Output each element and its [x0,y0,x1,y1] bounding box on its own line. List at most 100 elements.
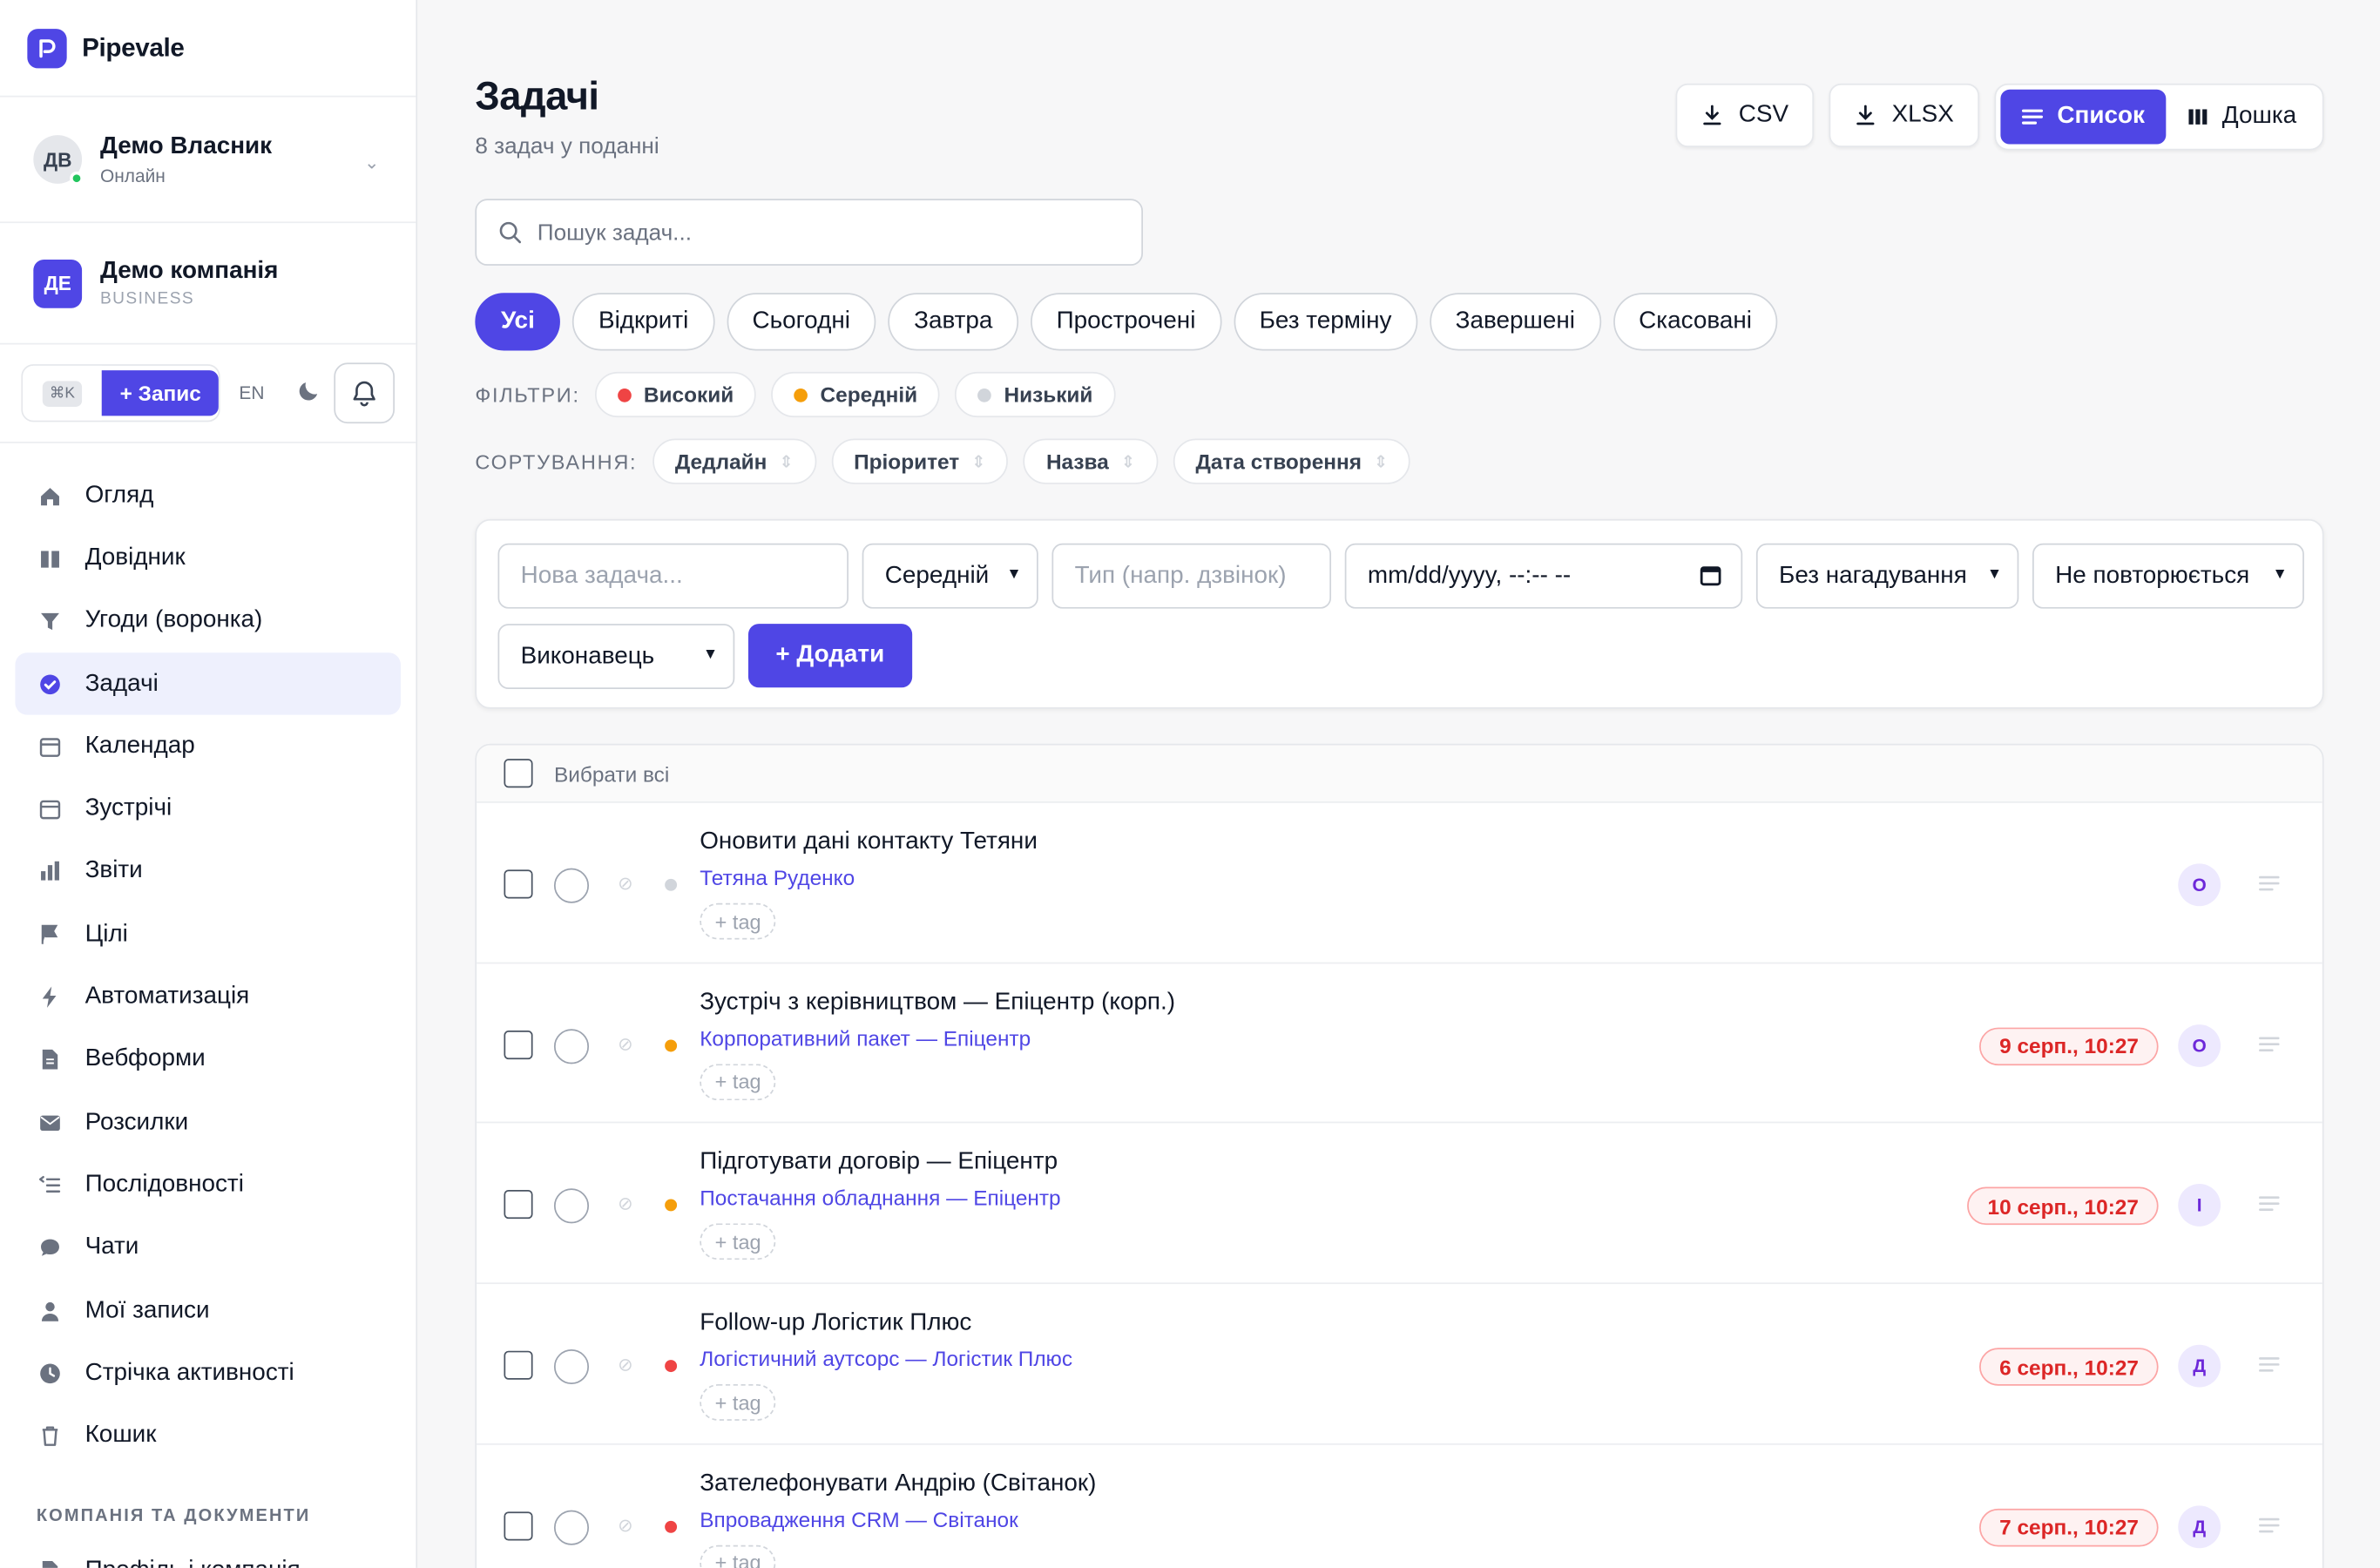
board-view-button[interactable]: Дошка [2166,90,2317,145]
sidebar-item-1[interactable]: Огляд [15,464,401,527]
brand[interactable]: Pipevale [0,0,416,98]
sidebar-item-4[interactable]: Задачі [15,652,401,715]
notes-icon[interactable] [2259,1193,2280,1220]
export-csv-button[interactable]: CSV [1676,83,1815,148]
user-switcher[interactable]: ДВ Демо Власник Онлайн ⌄ [0,98,416,224]
add-tag-button[interactable]: + tag [700,1544,777,1568]
sidebar-item-7[interactable]: Звіти [15,841,401,903]
tab-7[interactable]: Завершені [1430,293,1601,351]
add-tag-button[interactable]: + tag [700,1223,777,1260]
new-task-title-input[interactable]: Нова задача... [497,543,849,609]
assignee-select[interactable]: Виконавець ▼ [497,624,735,690]
task-title[interactable]: Зателефонувати Андрію (Світанок) [700,1470,1096,1497]
task-row[interactable]: ⊘ Зустріч з керівництвом — Епіцентр (корп… [477,963,2323,1124]
task-related-link[interactable]: Тетяна Руденко [700,865,855,889]
export-xlsx-button[interactable]: XLSX [1829,83,1980,148]
priority-select[interactable]: Середній ▼ [862,543,1038,609]
add-tag-button[interactable]: + tag [700,1063,777,1100]
task-related-link[interactable]: Логістичний аутсорс — Логістик Плюс [700,1347,1072,1371]
sidebar-item-16[interactable]: Кошик [15,1404,401,1467]
tab-8[interactable]: Скасовані [1613,293,1778,351]
add-task-button[interactable]: + Додати [747,624,912,688]
select-all-checkbox[interactable] [504,759,533,788]
sort-chip[interactable]: Назва ⇕ [1023,438,1158,484]
repeat-select[interactable]: Не повторюється ▼ [2032,543,2304,609]
task-checkbox[interactable] [504,1190,533,1220]
task-row[interactable]: ⊘ Зателефонувати Андрію (Світанок) Впровад… [477,1444,2323,1568]
search-input[interactable] [537,219,1114,246]
sidebar-item-5[interactable]: Календар [15,715,401,778]
tab-3[interactable]: Сьогодні [726,293,876,351]
new-record-button[interactable]: + Запис [101,370,220,416]
cancel-task-icon[interactable]: ⊘ [618,1354,633,1375]
complete-task-toggle[interactable] [553,1510,590,1545]
task-related-link[interactable]: Впровадження CRM — Світанок [700,1507,1018,1531]
sort-chip[interactable]: Пріоритет ⇕ [830,438,1009,484]
tab-2[interactable]: Відкриті [572,293,714,351]
sidebar-item-13[interactable]: Чати [15,1217,401,1280]
company-switcher[interactable]: ДЕ Демо компанія BUSINESS [0,223,416,345]
sidebar-item-3[interactable]: Угоди (воронка) [15,590,401,652]
sort-chip[interactable]: Дедлайн ⇕ [652,438,816,484]
assignee-avatar[interactable]: Д [2178,1344,2221,1388]
tab-5[interactable]: Прострочені [1030,293,1222,351]
list-view-button[interactable]: Список [2000,89,2167,145]
priority-filter-chip[interactable]: Низький [955,371,1116,418]
cancel-task-icon[interactable]: ⊘ [618,873,633,894]
sidebar-item-10[interactable]: Вебформи [15,1029,401,1092]
notes-icon[interactable] [2259,1514,2280,1541]
reminder-select[interactable]: Без нагадування ▼ [1755,543,2019,609]
sidebar-item-2[interactable]: Довідник [15,527,401,590]
sidebar-item-6[interactable]: Зустрічі [15,778,401,841]
task-checkbox[interactable] [504,1350,533,1380]
tab-1[interactable]: Усі [475,293,561,351]
tab-4[interactable]: Завтра [888,293,1019,351]
task-related-link[interactable]: Корпоративний пакет — Епіцентр [700,1025,1031,1050]
sidebar-item-15[interactable]: Стрічка активності [15,1342,401,1405]
moon-icon[interactable] [298,377,322,409]
complete-task-toggle[interactable] [553,1028,590,1064]
task-related-link[interactable]: Постачання обладнання — Епіцентр [700,1186,1060,1210]
command-palette-button[interactable]: ⌘K [23,365,102,421]
sidebar-item-8[interactable]: Цілі [15,903,401,966]
complete-task-toggle[interactable] [553,1349,590,1385]
search-field[interactable] [475,199,1143,266]
assignee-avatar[interactable]: І [2178,1184,2221,1227]
sidebar-item-profile[interactable]: Профіль і компанія [15,1540,401,1568]
task-row[interactable]: ⊘ Follow-up Логістик Плюс Логістичний аутс… [477,1284,2323,1445]
task-type-input[interactable]: Тип (напр. дзвінок) [1051,543,1332,609]
sidebar-item-12[interactable]: Послідовності [15,1154,401,1217]
complete-task-toggle[interactable] [553,1188,590,1224]
add-tag-button[interactable]: + tag [700,1384,777,1421]
task-title[interactable]: Підготувати договір — Епіцентр [700,1150,1058,1177]
task-row[interactable]: ⊘ Оновити дані контакту Тетяни Тетяна Руде… [477,803,2323,963]
cancel-task-icon[interactable]: ⊘ [618,1514,633,1535]
sidebar-item-11[interactable]: Розсилки [15,1092,401,1154]
notes-icon[interactable] [2259,873,2280,900]
priority-filter-chip[interactable]: Високий [595,371,757,418]
assignee-avatar[interactable]: О [2178,1024,2221,1067]
task-row[interactable]: ⊘ Підготувати договір — Епіцентр Постачанн… [477,1124,2323,1285]
task-checkbox[interactable] [504,1030,533,1059]
task-checkbox[interactable] [504,869,533,899]
task-checkbox[interactable] [504,1511,533,1541]
assignee-avatar[interactable]: Д [2178,1504,2221,1548]
assignee-avatar[interactable]: О [2178,863,2221,907]
priority-filter-chip[interactable]: Середній [771,371,941,418]
due-datetime-input[interactable]: mm/dd/yyyy, --:-- -- [1344,543,1743,609]
complete-task-toggle[interactable] [553,868,590,903]
task-title[interactable]: Оновити дані контакту Тетяни [700,828,1038,855]
cancel-task-icon[interactable]: ⊘ [618,1033,633,1054]
task-title[interactable]: Follow-up Логістик Плюс [700,1310,971,1337]
sort-chip[interactable]: Дата створення ⇕ [1173,438,1411,484]
cancel-task-icon[interactable]: ⊘ [618,1193,633,1214]
tab-6[interactable]: Без терміну [1233,293,1418,351]
notifications-button[interactable] [334,362,396,424]
sidebar-item-9[interactable]: Автоматизація [15,966,401,1029]
add-tag-button[interactable]: + tag [700,902,777,940]
sidebar-item-14[interactable]: Мої записи [15,1280,401,1342]
notes-icon[interactable] [2259,1354,2280,1381]
task-title[interactable]: Зустріч з керівництвом — Епіцентр (корп.… [700,989,1175,1016]
language-toggle[interactable]: EN [239,382,264,403]
notes-icon[interactable] [2259,1033,2280,1060]
